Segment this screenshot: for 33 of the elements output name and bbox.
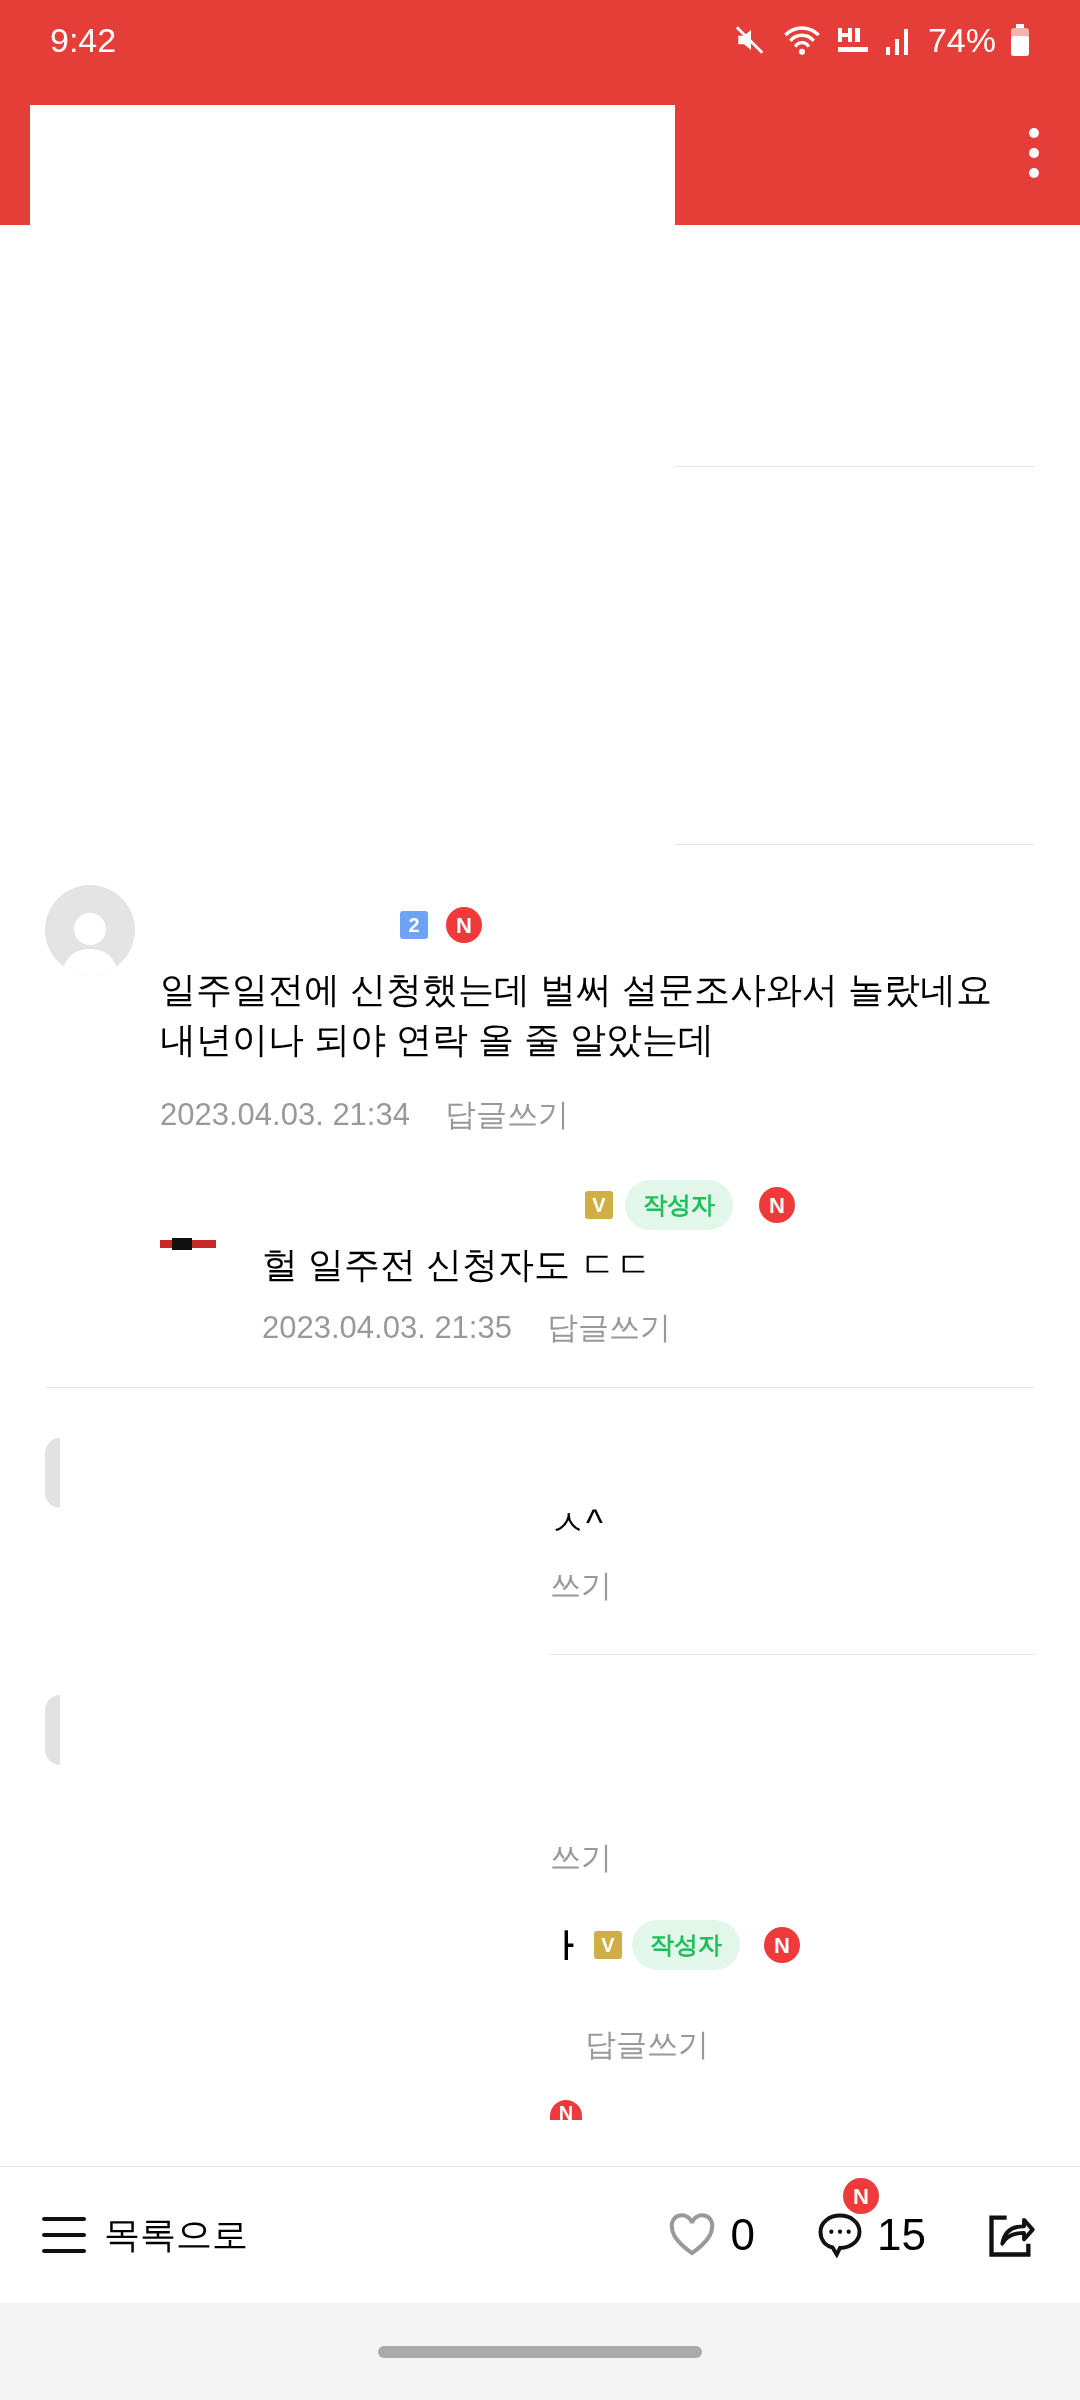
- battery-text: 74%: [927, 19, 996, 61]
- new-badge: N: [843, 2178, 880, 2214]
- status-time: 9:42: [50, 19, 117, 61]
- avatar: [45, 1695, 60, 1765]
- home-indicator[interactable]: [378, 2345, 702, 2358]
- reply-text: 헐 일주전 신청자도 ㄷㄷ: [262, 1243, 653, 1287]
- avatar: [45, 1438, 60, 1508]
- hd-voice-icon: [835, 25, 870, 55]
- author-badge: 작성자: [625, 1180, 733, 1230]
- new-badge: N: [764, 1927, 800, 1963]
- avatar-image: [160, 1238, 216, 1250]
- comment-text: ㅅ^: [550, 1503, 604, 1543]
- level-badge: 2: [400, 911, 428, 939]
- reply-link[interactable]: 답글쓰기: [546, 1308, 671, 1348]
- new-badge: N: [759, 1187, 795, 1223]
- grade-badge: V: [585, 1191, 613, 1219]
- more-options-icon[interactable]: [1028, 126, 1040, 179]
- list-button[interactable]: 목록으로: [42, 2208, 248, 2262]
- reply-date: 2023.04.03. 21:35: [262, 1309, 512, 1347]
- grade-badge: V: [594, 1931, 622, 1959]
- author-name: ㅏ: [550, 1924, 584, 1966]
- reply-link[interactable]: 답글쓰기: [585, 2025, 1035, 2065]
- new-badge: N: [550, 2100, 582, 2120]
- battery-icon: [1010, 24, 1030, 56]
- new-badge: N: [446, 907, 482, 943]
- menu-icon: [42, 2216, 86, 2254]
- reply-link[interactable]: 쓰기: [550, 1838, 1035, 1878]
- reply-link[interactable]: 쓰기: [550, 1563, 1035, 1610]
- comment-text: 일주일전에 신청했는데 벌써 설문조사와서 놀랐네요 내년이나 되야 연락 올 줄 알았는데: [160, 968, 993, 1062]
- reply-link[interactable]: 답글쓰기: [444, 1095, 569, 1135]
- comment-date: 2023.04.03. 21:34: [160, 1096, 410, 1134]
- author-badge: 작성자: [632, 1920, 740, 1970]
- like-button[interactable]: 0: [666, 2202, 756, 2268]
